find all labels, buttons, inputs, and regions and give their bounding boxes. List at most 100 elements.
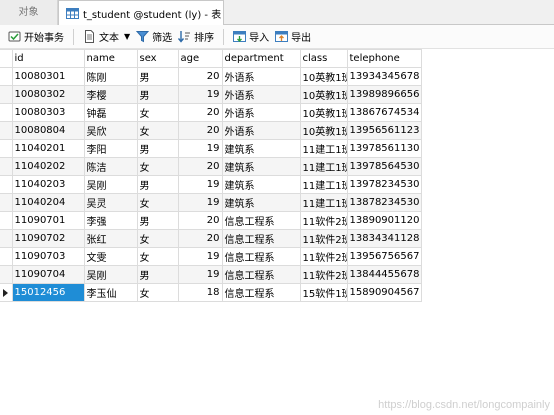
cell-department[interactable]: 建筑系: [221, 175, 301, 194]
table-row[interactable]: 11090703 文雯女 19 信息工程系 11软件2班 13956756567: [0, 247, 422, 266]
cell-id[interactable]: 10080303: [11, 103, 85, 122]
cell-sex[interactable]: 女: [136, 103, 179, 122]
column-header-department[interactable]: department: [221, 49, 301, 68]
tab-objects[interactable]: 对象: [0, 0, 58, 25]
cell-telephone[interactable]: 13989896656: [346, 85, 422, 104]
cell-name[interactable]: 吴欣: [83, 121, 138, 140]
cell-class[interactable]: 11软件2班: [299, 265, 348, 284]
cell-sex[interactable]: 男: [136, 211, 179, 230]
cell-class[interactable]: 11软件2班: [299, 229, 348, 248]
cell-department[interactable]: 外语系: [221, 67, 301, 86]
table-row[interactable]: 11040203 吴刚男 19 建筑系 11建工1班 13978234530: [0, 175, 422, 194]
cell-id[interactable]: 11090701: [11, 211, 85, 230]
cell-telephone[interactable]: 13956561123: [346, 121, 422, 140]
cell-department[interactable]: 信息工程系: [221, 211, 301, 230]
cell-age[interactable]: 20: [177, 103, 223, 122]
cell-sex[interactable]: 女: [136, 283, 179, 302]
cell-class[interactable]: 11建工1班: [299, 193, 348, 212]
cell-name[interactable]: 李强: [83, 211, 138, 230]
column-header-id[interactable]: id: [11, 49, 85, 68]
cell-sex[interactable]: 女: [136, 157, 179, 176]
cell-telephone[interactable]: 15890904567: [346, 283, 422, 302]
cell-age[interactable]: 19: [177, 175, 223, 194]
cell-department[interactable]: 外语系: [221, 103, 301, 122]
cell-department[interactable]: 建筑系: [221, 193, 301, 212]
cell-department[interactable]: 建筑系: [221, 139, 301, 158]
cell-age[interactable]: 19: [177, 193, 223, 212]
cell-telephone[interactable]: 13878234530: [346, 193, 422, 212]
dropdown-arrow-icon[interactable]: ▼: [124, 32, 130, 41]
row-marker[interactable]: [0, 283, 13, 302]
row-marker[interactable]: [0, 229, 13, 248]
table-row[interactable]: 10080301 陈刚男 20 外语系 10英教1班 13934345678: [0, 67, 422, 86]
table-row[interactable]: 11090702 张红女 20 信息工程系 11软件2班 13834341128: [0, 229, 422, 248]
filter-button[interactable]: 筛选: [133, 27, 175, 47]
cell-sex[interactable]: 男: [136, 175, 179, 194]
table-row[interactable]: 10080302 李樱男 19 外语系 10英教1班 13989896656: [0, 85, 422, 104]
cell-sex[interactable]: 女: [136, 121, 179, 140]
cell-class[interactable]: 11建工1班: [299, 175, 348, 194]
cell-age[interactable]: 19: [177, 85, 223, 104]
cell-sex[interactable]: 女: [136, 229, 179, 248]
cell-class[interactable]: 10英教1班: [299, 85, 348, 104]
cell-name[interactable]: 吴刚: [83, 175, 138, 194]
cell-id[interactable]: 11040204: [11, 193, 85, 212]
cell-name[interactable]: 钟磊: [83, 103, 138, 122]
cell-telephone[interactable]: 13934345678: [346, 67, 422, 86]
cell-department[interactable]: 外语系: [221, 85, 301, 104]
cell-id[interactable]: 11040202: [11, 157, 85, 176]
cell-id[interactable]: 11090704: [11, 265, 85, 284]
cell-id[interactable]: 10080301: [11, 67, 85, 86]
table-row[interactable]: 11040204 吴灵女 19 建筑系 11建工1班 13878234530: [0, 193, 422, 212]
cell-class[interactable]: 11软件2班: [299, 211, 348, 230]
tab-table-editor[interactable]: t_student @student (ly) - 表: [58, 0, 224, 26]
cell-age[interactable]: 20: [177, 229, 223, 248]
table-row[interactable]: 11040202 陈洁女 20 建筑系 11建工1班 13978564530: [0, 157, 422, 176]
cell-id[interactable]: 10080804: [11, 121, 85, 140]
cell-name[interactable]: 陈刚: [83, 67, 138, 86]
cell-sex[interactable]: 女: [136, 247, 179, 266]
row-marker[interactable]: [0, 67, 13, 86]
cell-telephone[interactable]: 13890901120: [346, 211, 422, 230]
cell-telephone[interactable]: 13867674534: [346, 103, 422, 122]
cell-telephone[interactable]: 13978564530: [346, 157, 422, 176]
cell-age[interactable]: 20: [177, 121, 223, 140]
cell-sex[interactable]: 男: [136, 139, 179, 158]
cell-department[interactable]: 外语系: [221, 121, 301, 140]
cell-age[interactable]: 18: [177, 283, 223, 302]
cell-name[interactable]: 李玉仙: [83, 283, 138, 302]
cell-sex[interactable]: 男: [136, 265, 179, 284]
column-header-class[interactable]: class: [299, 49, 348, 68]
cell-class[interactable]: 10英教1班: [299, 121, 348, 140]
cell-id[interactable]: 11090703: [11, 247, 85, 266]
cell-telephone[interactable]: 13978561130: [346, 139, 422, 158]
cell-telephone[interactable]: 13956756567: [346, 247, 422, 266]
table-row[interactable]: 10080303 钟磊女 20 外语系 10英教1班 13867674534: [0, 103, 422, 122]
table-row[interactable]: 11040201 李阳男 19 建筑系 11建工1班 13978561130: [0, 139, 422, 158]
cell-id[interactable]: 10080302: [11, 85, 85, 104]
cell-name[interactable]: 吴灵: [83, 193, 138, 212]
table-row[interactable]: 11090704 吴刚男 19 信息工程系 11软件2班 13844455678: [0, 265, 422, 284]
table-row[interactable]: 10080804 吴欣女 20 外语系 10英教1班 13956561123: [0, 121, 422, 140]
column-header-age[interactable]: age: [177, 49, 223, 68]
cell-age[interactable]: 19: [177, 139, 223, 158]
cell-class[interactable]: 11建工1班: [299, 157, 348, 176]
cell-name[interactable]: 吴刚: [83, 265, 138, 284]
row-marker[interactable]: [0, 247, 13, 266]
cell-department[interactable]: 信息工程系: [221, 283, 301, 302]
cell-telephone[interactable]: 13844455678: [346, 265, 422, 284]
row-marker[interactable]: [0, 139, 13, 158]
cell-class[interactable]: 11建工1班: [299, 139, 348, 158]
cell-name[interactable]: 陈洁: [83, 157, 138, 176]
cell-telephone[interactable]: 13834341128: [346, 229, 422, 248]
cell-department[interactable]: 信息工程系: [221, 265, 301, 284]
column-header-name[interactable]: name: [83, 49, 138, 68]
cell-age[interactable]: 20: [177, 211, 223, 230]
sort-button[interactable]: 排序: [175, 27, 217, 47]
cell-name[interactable]: 文雯: [83, 247, 138, 266]
cell-age[interactable]: 19: [177, 265, 223, 284]
row-marker[interactable]: [0, 157, 13, 176]
text-button[interactable]: 文本 ▼: [80, 27, 133, 47]
row-marker[interactable]: [0, 211, 13, 230]
cell-sex[interactable]: 女: [136, 193, 179, 212]
